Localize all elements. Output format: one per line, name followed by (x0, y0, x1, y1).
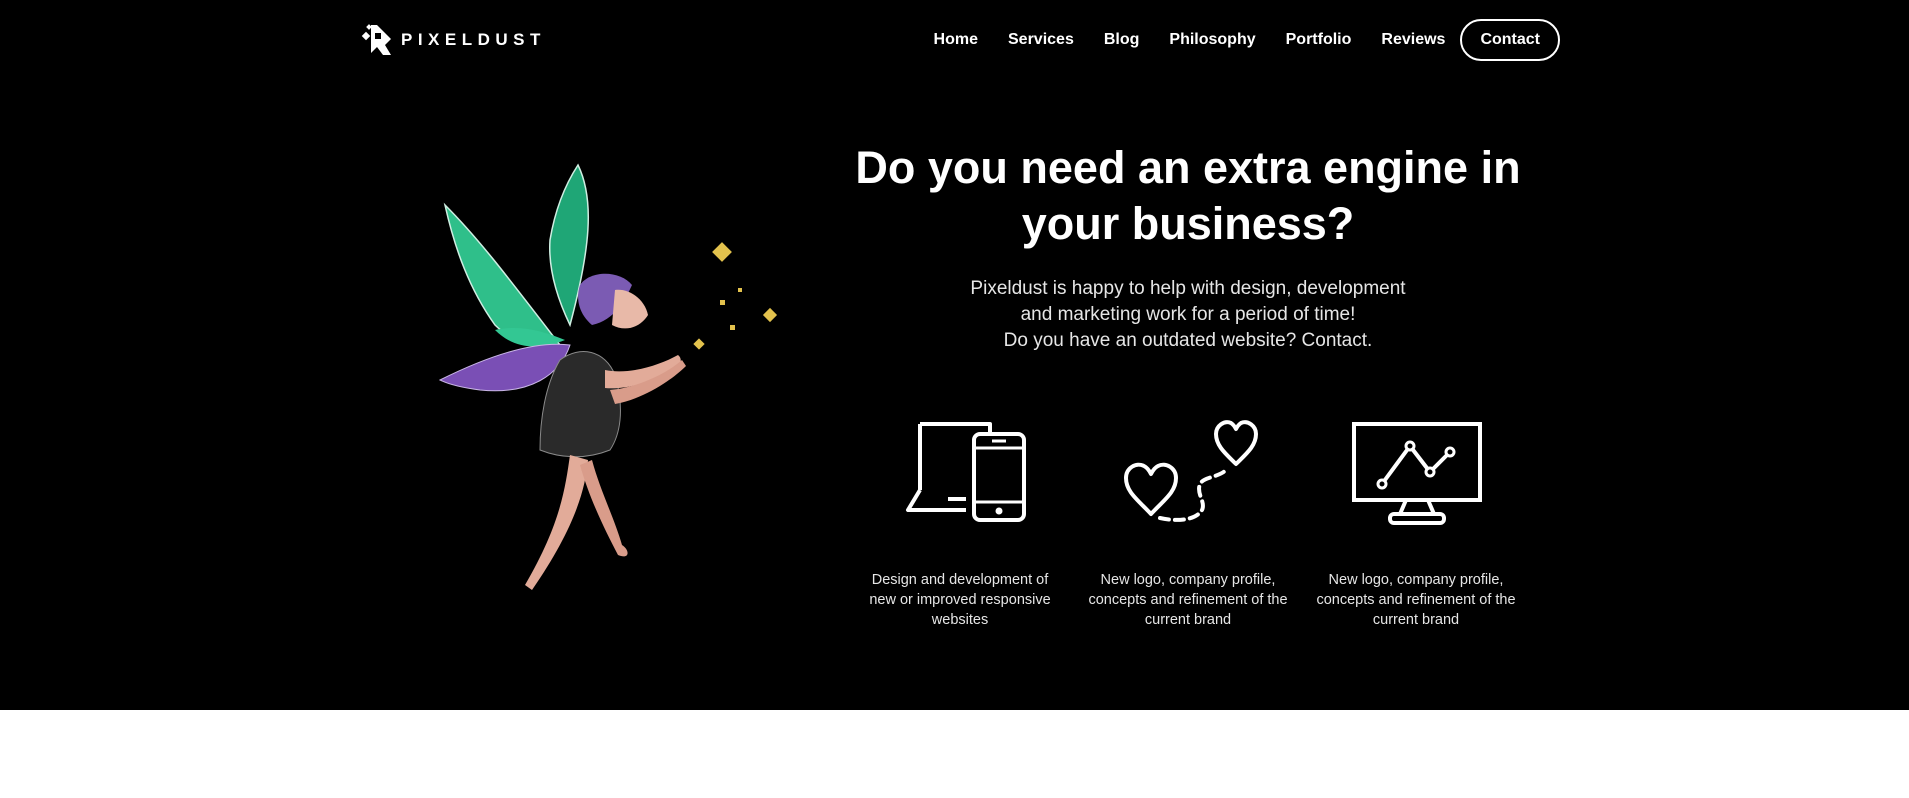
nav-link-services[interactable]: Services (1008, 31, 1074, 49)
nav-link-philosophy[interactable]: Philosophy (1169, 31, 1255, 49)
hero-section: PIXELDUST Home Services Blog Philosophy … (0, 0, 1909, 710)
nav-link-reviews[interactable]: Reviews (1381, 31, 1445, 49)
features-row: Design and development of new or improve… (855, 410, 1545, 640)
nav-link-blog[interactable]: Blog (1104, 31, 1140, 49)
contact-button[interactable]: Contact (1460, 18, 1560, 61)
hearts-path-icon (1124, 420, 1258, 522)
feature-brand-refinement: New logo, company profile, concepts and … (1316, 410, 1516, 628)
hero-description-line: Do you have an outdated website? Contact… (1003, 330, 1373, 351)
hero-headline: Do you need an extra engine in your busi… (855, 142, 1521, 249)
fairy-illustration (438, 163, 778, 590)
hero-description-line: Pixeldust is happy to help with design, … (970, 278, 1406, 299)
logo[interactable]: PIXELDUST (361, 22, 546, 58)
nav-links: Home Services Blog Philosophy Portfolio … (934, 18, 1560, 61)
logo-text: PIXELDUST (401, 30, 546, 49)
feature-branding: New logo, company profile, concepts and … (1088, 410, 1288, 628)
feature-text: New logo, company profile, concepts and … (1316, 572, 1516, 628)
nav-link-portfolio[interactable]: Portfolio (1286, 31, 1352, 49)
hero-content: Do you need an extra engine in your busi… (830, 140, 1546, 354)
devices-icon (906, 422, 1026, 522)
feature-text: Design and development of new or improve… (869, 572, 1051, 628)
feature-text: New logo, company profile, concepts and … (1088, 572, 1288, 628)
pixeldust-logo-icon (361, 24, 391, 55)
hero-description: Pixeldust is happy to help with design, … (830, 276, 1546, 354)
feature-web-design: Design and development of new or improve… (860, 410, 1060, 628)
top-navigation: PIXELDUST Home Services Blog Philosophy … (0, 0, 1909, 80)
hero-description-line: and marketing work for a period of time! (1020, 304, 1356, 325)
monitor-chart-icon (1352, 422, 1482, 525)
nav-link-home[interactable]: Home (934, 31, 978, 49)
